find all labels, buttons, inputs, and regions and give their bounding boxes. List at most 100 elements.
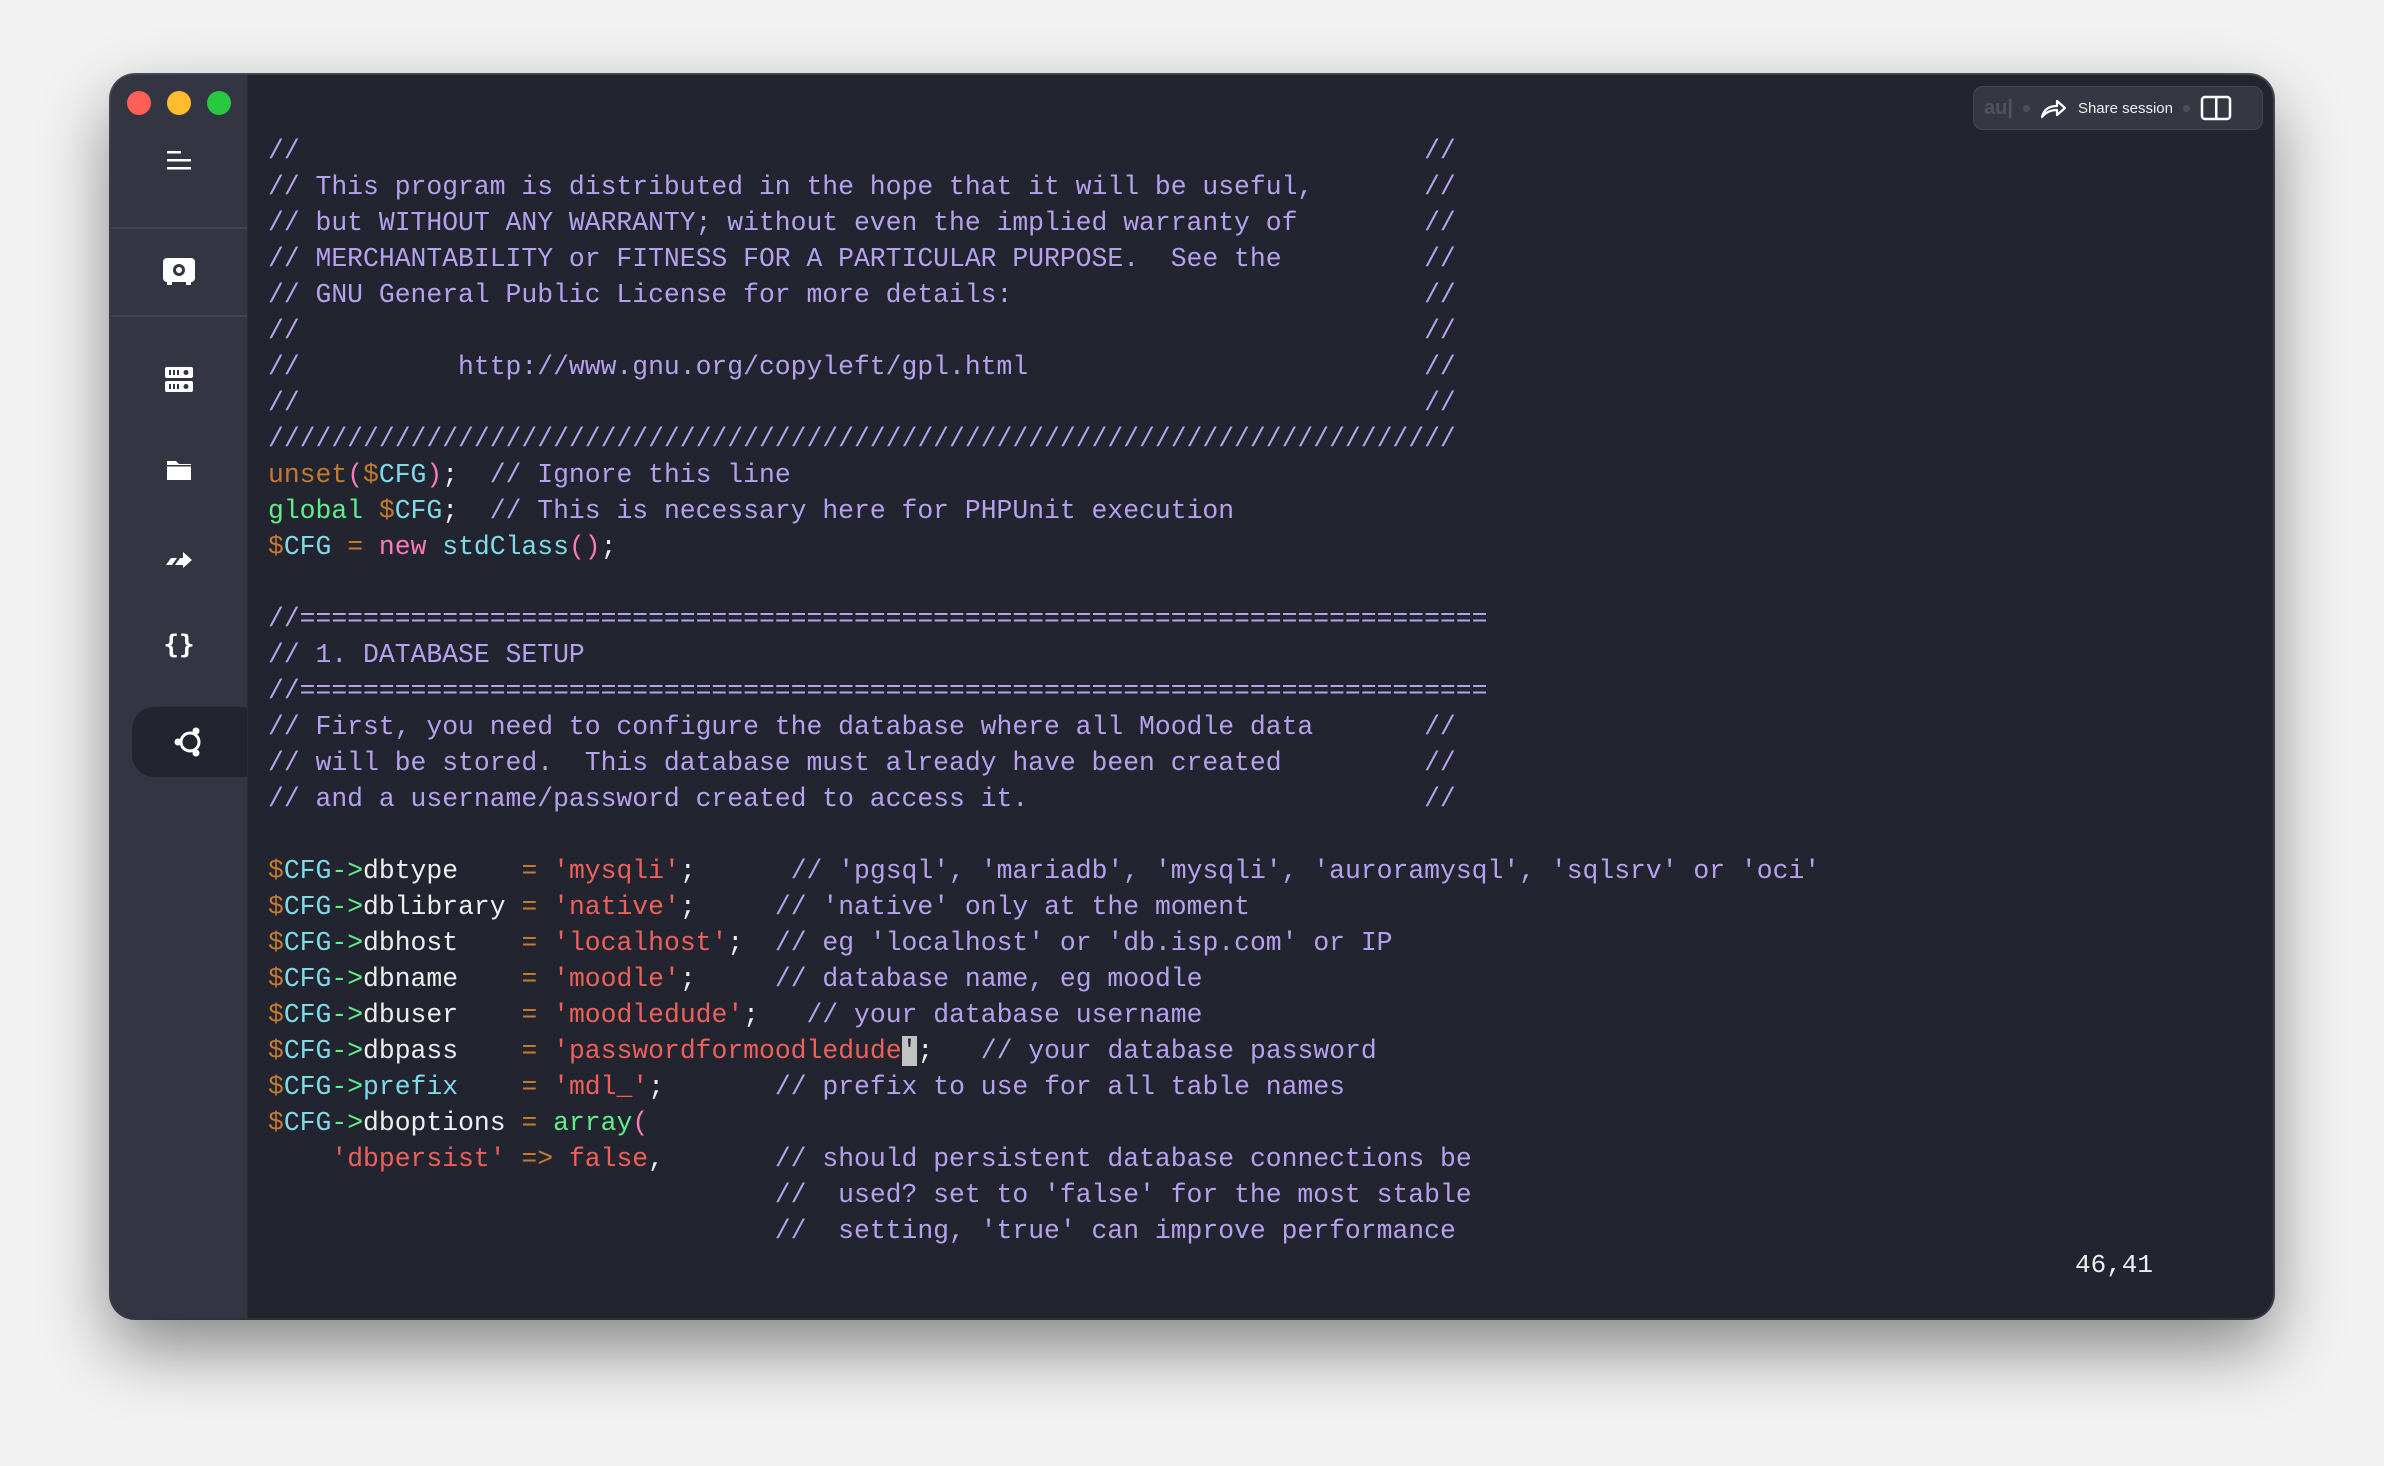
sidebar-item-hosts[interactable] [111,350,247,410]
code-token: $ [268,532,284,562]
code-token: // your database password [980,1036,1377,1066]
sidebar-item-menu[interactable] [111,131,247,191]
code-token: = [521,856,538,886]
code-line: // but WITHOUT ANY WARRANTY; without eve… [268,205,1820,241]
sidebar: {} [111,75,248,1318]
code-token: //======================================… [268,604,1488,634]
code-token: = [521,1000,538,1030]
code-token: CFG [283,892,332,922]
code-token: ; [917,1036,981,1066]
code-token: false [568,1144,649,1174]
code-token: dbtype [363,856,459,886]
minimize-window-button[interactable] [167,91,191,115]
code-token: // setting, 'true' can improve performan… [774,1216,1456,1246]
code-line: // GNU General Public License for more d… [268,277,1820,313]
code-token: 'moodledude' [553,1000,744,1030]
code-token: -> [331,1108,364,1138]
code-line: //======================================… [268,601,1820,637]
sidebar-divider [111,227,247,229]
code-token: dblibrary [363,892,506,922]
code-token: CFG [378,460,427,490]
sidebar-item-terminal-session[interactable] [132,707,247,777]
code-token: CFG [283,1072,332,1102]
code-token: $ [268,1072,284,1102]
code-token: $ [268,964,284,994]
code-token: // // [268,388,1456,418]
code-line: $CFG->dbuser = 'moodledude'; // your dat… [268,997,1820,1033]
text-cursor: ' [901,1036,918,1066]
toolbar-ghost-text: au| [1984,96,2013,119]
code-line: $CFG->dbhost = 'localhost'; // eg 'local… [268,925,1820,961]
code-token: //======================================… [268,676,1488,706]
code-token: = [521,928,538,958]
braces-icon: {} [163,630,195,660]
code-token: $ [268,1036,284,1066]
session-toolbar: au| Share session [1973,86,2263,130]
sidebar-item-snippets[interactable]: {} [111,615,247,675]
separator-dot [2022,104,2030,112]
server-icon [165,367,193,392]
menu-icon [167,151,191,170]
code-line: // http://www.gnu.org/copyleft/gpl.html … [268,349,1820,385]
code-token: // used? set to 'false' for the most sta… [774,1180,1472,1210]
terminal-window: {} au| Share session // //// This progra… [111,75,2273,1318]
code-token: 'moodle' [553,964,680,994]
code-token: CFG [283,928,332,958]
code-token: // 'pgsql', 'mariadb', 'mysqli', 'aurora… [790,856,1821,886]
code-token: // but WITHOUT ANY WARRANTY; without eve… [268,208,1456,238]
vault-icon [163,258,195,285]
code-token: $ [268,892,284,922]
code-token: -> [331,964,364,994]
code-token: 'dbpersist' [331,1144,506,1174]
code-token: CFG [283,1000,332,1030]
terminal-editor[interactable]: au| Share session // // // This program i… [247,75,2273,1318]
split-view-icon[interactable] [2200,95,2232,121]
code-token: ; [442,460,490,490]
code-line: // First, you need to configure the data… [268,709,1820,745]
code-line: // This program is distributed in the ho… [268,169,1820,205]
code-line: $CFG->prefix = 'mdl_'; // prefix to use … [268,1069,1820,1105]
sidebar-item-sftp[interactable] [111,440,247,500]
sidebar-item-port-forwarding[interactable] [111,528,247,588]
close-window-button[interactable] [127,91,151,115]
code-token: // This program is distributed in the ho… [268,172,1456,202]
code-token: // MERCHANTABILITY or FITNESS FOR A PART… [268,244,1456,274]
code-token: // First, you need to configure the data… [268,712,1456,742]
code-token: CFG [394,496,443,526]
code-token: global [268,496,364,526]
code-token: => [521,1144,554,1174]
sidebar-item-vault[interactable] [111,241,247,301]
share-icon [2040,99,2067,119]
code-token: new [378,532,427,562]
code-line: $CFG->dbtype = 'mysqli'; // 'pgsql', 'ma… [268,853,1820,889]
code-token: ; [679,964,775,994]
code-line: // // [268,133,1820,169]
code-view[interactable]: // // // This program is distributed in t… [268,133,1820,1249]
code-token: array [553,1108,633,1138]
code-token: -> [331,1036,364,1066]
code-token: 'native' [553,892,680,922]
share-session-button[interactable]: Share session [2040,97,2173,119]
code-token: = [521,1036,538,1066]
zoom-window-button[interactable] [207,91,231,115]
code-token: // GNU General Public License for more d… [268,280,1456,310]
code-token: // eg 'localhost' or 'db.isp.com' or IP [774,928,1393,958]
code-token: ; [600,532,617,562]
code-token: // prefix to use for all table names [774,1072,1345,1102]
